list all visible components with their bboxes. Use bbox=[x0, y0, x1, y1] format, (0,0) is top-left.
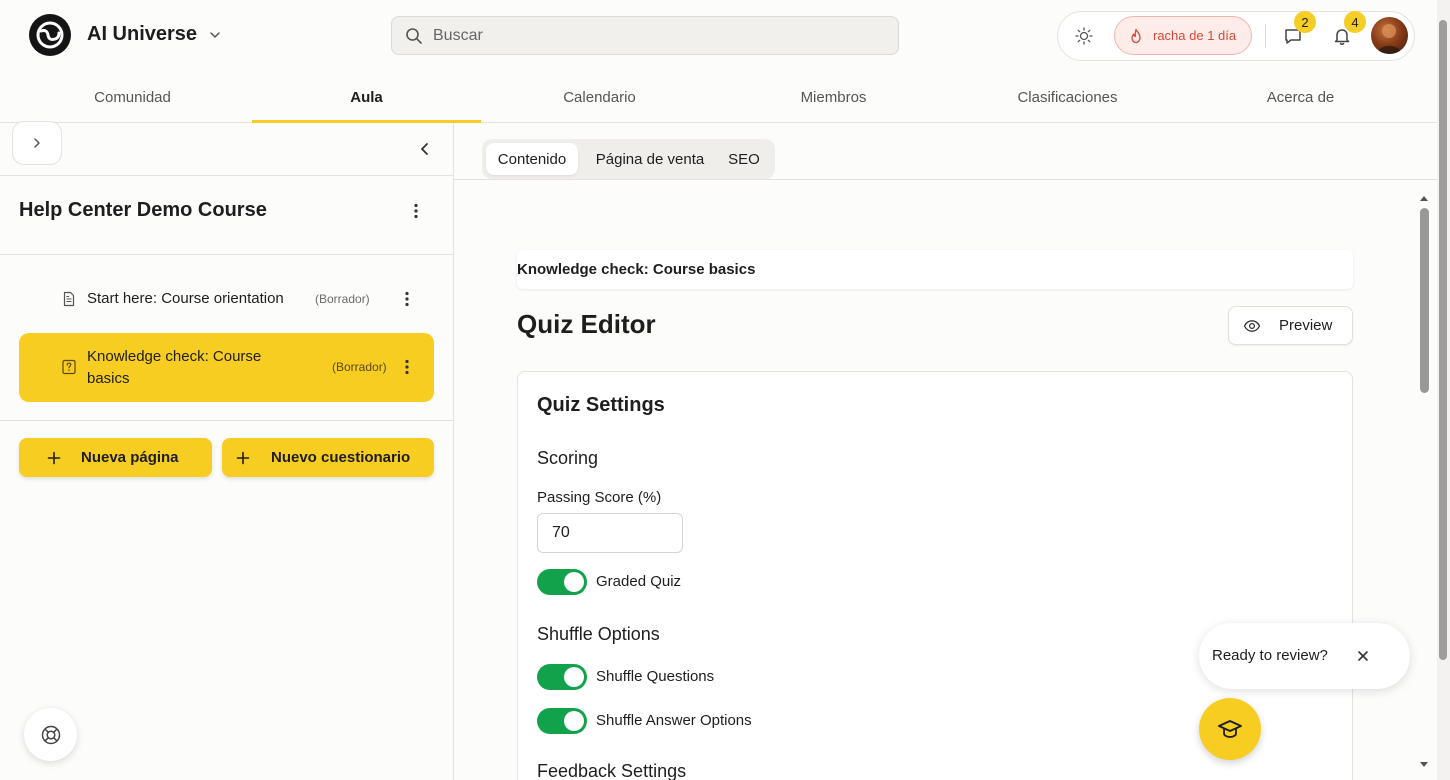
help-button[interactable] bbox=[24, 708, 77, 761]
document-icon bbox=[63, 291, 75, 307]
close-icon[interactable] bbox=[1355, 648, 1371, 664]
streak-badge[interactable]: racha de 1 día bbox=[1114, 16, 1252, 55]
new-page-button[interactable]: Nueva página bbox=[19, 438, 212, 477]
avatar-image bbox=[1377, 24, 1402, 54]
shuffle-title: Shuffle Options bbox=[537, 624, 660, 644]
sidebar-divider bbox=[0, 175, 453, 176]
course-more-icon[interactable] bbox=[406, 201, 426, 221]
lesson-name-field[interactable]: Knowledge check: Course basics bbox=[517, 250, 1353, 289]
quiz-icon bbox=[62, 359, 76, 375]
content-divider bbox=[454, 179, 1437, 180]
tab-comunidad[interactable]: Comunidad bbox=[18, 72, 247, 122]
new-quiz-button[interactable]: Nuevo cuestionario bbox=[222, 438, 434, 477]
flame-icon bbox=[1131, 28, 1141, 43]
tab-contenido[interactable]: Contenido bbox=[486, 143, 578, 175]
content-scrollbar-thumb[interactable] bbox=[1420, 208, 1429, 393]
passing-score-label: Passing Score (%) bbox=[537, 489, 662, 506]
graduation-cap-icon bbox=[1218, 720, 1242, 738]
feedback-title: Feedback Settings bbox=[537, 761, 687, 780]
messages-count-badge: 2 bbox=[1294, 11, 1316, 33]
plus-icon bbox=[236, 451, 250, 464]
scoring-title: Scoring bbox=[537, 448, 599, 468]
course-sidebar: Help Center Demo Course Start here: Cour… bbox=[0, 121, 454, 780]
theme-toggle-icon[interactable] bbox=[1073, 25, 1095, 47]
app-logo[interactable] bbox=[29, 14, 71, 56]
search-icon bbox=[406, 28, 422, 44]
lesson-status: (Borrador) bbox=[315, 292, 370, 306]
tab-aula[interactable]: Aula bbox=[252, 72, 481, 123]
eye-icon bbox=[1243, 319, 1261, 332]
graded-quiz-label: Graded Quiz bbox=[596, 573, 682, 590]
content-subtabs: Contenido Página de venta SEO bbox=[482, 139, 775, 179]
tab-clasificaciones[interactable]: Clasificaciones bbox=[953, 72, 1182, 122]
tab-acerca-de[interactable]: Acerca de bbox=[1186, 72, 1415, 122]
scroll-down-icon[interactable] bbox=[1418, 758, 1430, 770]
main-nav: Comunidad Aula Calendario Miembros Clasi… bbox=[0, 72, 1437, 123]
scroll-up-icon[interactable] bbox=[1418, 193, 1430, 205]
user-avatar[interactable] bbox=[1371, 17, 1408, 54]
review-button[interactable] bbox=[1199, 698, 1261, 760]
shuffle-answers-label: Shuffle Answer Options bbox=[596, 712, 752, 729]
review-text: Ready to review? bbox=[1212, 647, 1328, 664]
top-header: AI Universe racha de 1 día 2 4 bbox=[0, 0, 1450, 72]
lesson-more-icon[interactable] bbox=[397, 357, 417, 377]
tab-miembros[interactable]: Miembros bbox=[719, 72, 948, 122]
review-popover: Ready to review? bbox=[1199, 623, 1410, 689]
chevron-left-icon[interactable] bbox=[416, 140, 434, 158]
lesson-status: (Borrador) bbox=[332, 360, 387, 374]
sidebar-divider bbox=[0, 254, 453, 255]
logo-icon bbox=[36, 21, 64, 49]
lesson-item-active[interactable]: Knowledge check: Course basics (Borrador… bbox=[19, 333, 434, 402]
new-page-label: Nueva página bbox=[81, 449, 179, 466]
plus-icon bbox=[47, 451, 61, 464]
notifications-count-badge: 4 bbox=[1344, 11, 1366, 33]
sidebar-divider bbox=[0, 420, 453, 421]
header-divider bbox=[1265, 24, 1266, 48]
search-input[interactable] bbox=[433, 25, 873, 47]
tab-pagina-de-venta[interactable]: Página de venta bbox=[584, 143, 716, 175]
app-name[interactable]: AI Universe bbox=[87, 23, 197, 46]
lifebuoy-icon bbox=[41, 725, 60, 744]
lesson-title: Start here: Course orientation bbox=[87, 290, 284, 307]
tab-seo[interactable]: SEO bbox=[722, 143, 766, 175]
lesson-item[interactable]: Start here: Course orientation (Borrador… bbox=[19, 281, 434, 317]
preview-button[interactable]: Preview bbox=[1228, 306, 1353, 345]
shuffle-answers-toggle[interactable] bbox=[537, 708, 587, 734]
shuffle-questions-label: Shuffle Questions bbox=[596, 668, 715, 685]
lesson-more-icon[interactable] bbox=[397, 289, 417, 309]
chevron-down-icon[interactable] bbox=[208, 28, 222, 42]
streak-label: racha de 1 día bbox=[1153, 28, 1237, 43]
search-bar[interactable] bbox=[391, 16, 899, 55]
lesson-title: Knowledge check: Course basics bbox=[87, 348, 262, 387]
shuffle-questions-toggle[interactable] bbox=[537, 664, 587, 690]
course-title: Help Center Demo Course bbox=[19, 199, 267, 221]
page-title: Quiz Editor bbox=[517, 309, 656, 339]
window-scrollbar-thumb[interactable] bbox=[1439, 20, 1447, 660]
preview-label: Preview bbox=[1279, 317, 1333, 334]
passing-score-input[interactable] bbox=[537, 513, 683, 553]
chevron-right-icon bbox=[34, 138, 40, 148]
settings-title: Quiz Settings bbox=[537, 394, 665, 416]
expand-button[interactable] bbox=[12, 121, 62, 165]
graded-quiz-toggle[interactable] bbox=[537, 569, 587, 595]
tab-calendario[interactable]: Calendario bbox=[485, 72, 714, 122]
lesson-name: Knowledge check: Course basics bbox=[517, 261, 756, 278]
new-quiz-label: Nuevo cuestionario bbox=[271, 449, 411, 466]
